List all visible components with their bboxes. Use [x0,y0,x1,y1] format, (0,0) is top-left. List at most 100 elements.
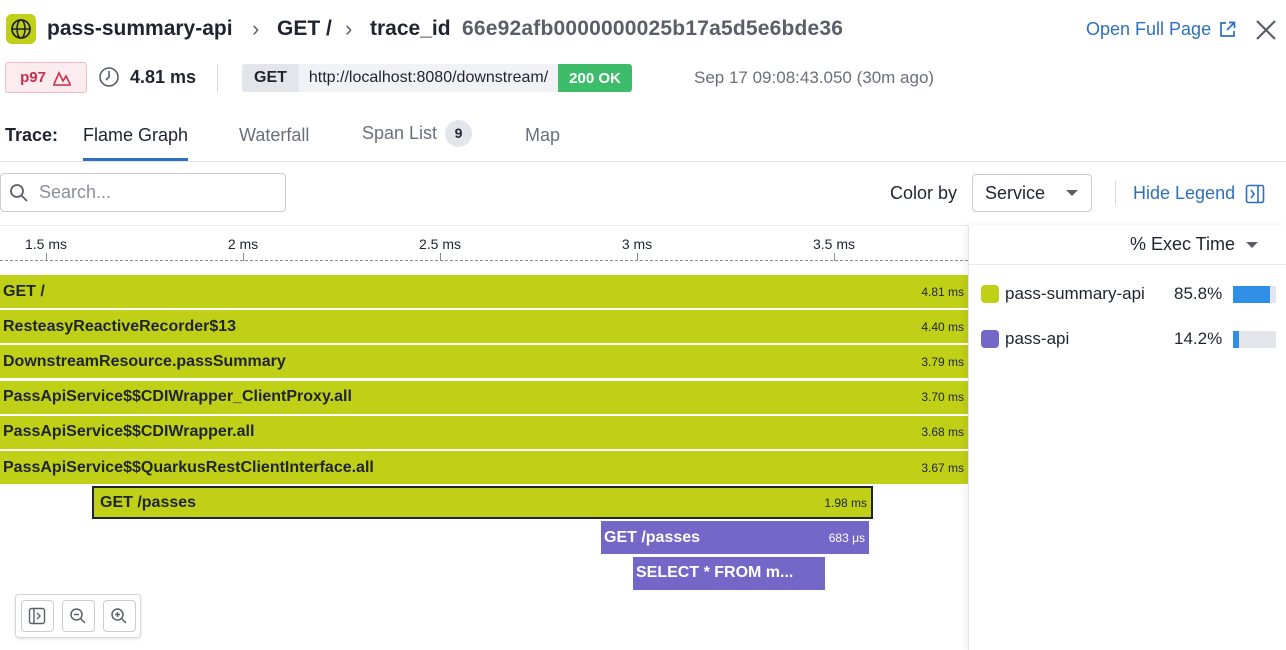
exec-time-bar [1233,331,1276,348]
axis-tick-label: 3.5 ms [812,236,856,252]
axis-tick-label: 1.5 ms [24,236,68,252]
legend-service-name: pass-api [1005,329,1070,348]
legend-exec-percent: 85.8% [1174,284,1223,303]
span-duration: 1.98 ms [824,495,867,510]
trace-header: pass-summary-api › GET / › trace_id 66e9… [0,0,1286,60]
span-duration: 4.81 ms [921,284,964,299]
trace-id-value: 66e92afb0000000025b17a5d5e6bde36 [462,17,844,40]
open-full-page-label: Open Full Page [1086,19,1212,39]
legend-service-name: pass-summary-api [1005,284,1145,303]
span-name: GET /passes [604,528,701,546]
axis-tick-label: 2 ms [227,236,259,252]
zoom-in-button[interactable] [102,600,136,632]
exec-time-bar-fill [1233,331,1240,348]
zoom-out-button[interactable] [61,600,95,632]
axis-tick [46,253,47,261]
trace-duration: 4.81 ms [98,66,196,88]
exec-time-bar [1233,286,1276,303]
flame-span[interactable]: PassApiService$$CDIWrapper.all 3.68 ms [0,415,968,449]
flame-span[interactable]: ResteasyReactiveRecorder$13 4.40 ms [0,310,968,344]
trace-view-tabs: Trace: Flame Graph Waterfall Span List 9 … [0,118,1286,162]
axis-tick [440,253,441,261]
color-by-label: Color by [890,183,958,203]
span-duration: 3.70 ms [921,390,964,405]
flame-span[interactable]: GET /passes 683 μs [601,521,869,555]
axis-tick [637,253,638,261]
span-name: GET / [3,282,45,300]
hide-legend-label: Hide Legend [1133,183,1236,203]
span-duration: 4.40 ms [921,319,964,334]
caret-down-icon [1246,241,1258,248]
tabs-label: Trace: [5,125,59,145]
span-name: DownstreamResource.passSummary [3,352,286,370]
tab-label: Map [525,125,561,145]
span-name: SELECT * FROM m... [636,564,794,582]
percentile-badge[interactable]: p97 [5,62,87,93]
span-duration: 3.67 ms [921,460,964,475]
tab-label: Flame Graph [83,125,189,145]
duration-value: 4.81 ms [130,66,197,87]
tab-waterfall[interactable]: Waterfall [239,125,309,161]
breadcrumb-chevron-icon: › [345,16,353,41]
collapse-panel-icon [1245,184,1265,203]
axis-tick-label: 3 ms [621,236,653,252]
external-link-icon [1220,21,1236,37]
span-name: ResteasyReactiveRecorder$13 [3,317,237,335]
trace-id-label: trace_id [370,17,451,40]
flame-span[interactable]: GET / 4.81 ms [0,275,968,308]
request-url[interactable]: http://localhost:8080/downstream/ [298,64,559,92]
search-box[interactable] [0,173,286,212]
service-name[interactable]: pass-summary-api [47,17,233,41]
legend-exec-percent: 14.2% [1174,329,1223,348]
flame-graph[interactable]: 1.5 ms 2 ms 2.5 ms 3 ms 3.5 ms GET / 4.81 ms R… [0,225,968,650]
trace-timestamp: Sep 17 09:08:43.050 (30m ago) [694,68,935,87]
latency-chart-icon [52,70,71,86]
breadcrumb-chevron-icon: › [252,16,260,41]
tab-label: Span List [362,123,438,143]
legend-row[interactable]: pass-api 14.2% [969,324,1286,354]
span-name: GET /passes [100,493,197,511]
open-full-page-link[interactable]: Open Full Page [1086,19,1236,40]
flame-span[interactable]: PassApiService$$CDIWrapper_ClientProxy.a… [0,380,968,414]
legend-row[interactable]: pass-summary-api 85.8% [969,279,1286,309]
axis-line [0,260,968,261]
resource-name[interactable]: GET / [277,17,332,41]
status-badge: 200 OK [558,64,632,92]
hide-legend-button[interactable]: Hide Legend [1133,183,1265,204]
exec-time-label: % Exec Time [1129,234,1235,254]
divider [1115,181,1116,205]
span-duration: 3.68 ms [921,425,964,440]
http-method: GET [242,64,299,92]
tab-span-list[interactable]: Span List 9 [362,120,473,156]
service-color-swatch [981,285,999,303]
flame-span[interactable]: DownstreamResource.passSummary 3.79 ms [0,345,968,379]
axis-tick [834,253,835,261]
flame-span[interactable]: GET /passes 1.98 ms [92,486,873,520]
search-input[interactable] [39,182,259,203]
flame-span[interactable]: SELECT * FROM m... [633,556,825,590]
time-axis: 1.5 ms 2 ms 2.5 ms 3 ms 3.5 ms [0,226,968,266]
span-name: PassApiService$$CDIWrapper_ClientProxy.a… [3,388,352,406]
fit-view-button[interactable] [20,600,54,632]
close-icon[interactable] [1254,18,1278,42]
tab-flame-graph[interactable]: Flame Graph [83,125,189,161]
tab-label: Waterfall [239,125,310,145]
tab-map[interactable]: Map [525,125,560,161]
flame-span[interactable]: PassApiService$$QuarkusRestClientInterfa… [0,451,968,484]
span-name: PassApiService$$QuarkusRestClientInterfa… [3,458,374,476]
zoom-in-icon [111,608,127,624]
fit-view-icon [28,607,46,625]
axis-tick-label: 2.5 ms [418,236,462,252]
axis-tick [243,253,244,261]
request-pill: GET http://localhost:8080/downstream/ 20… [242,64,632,92]
caret-down-icon [1066,190,1078,196]
divider [217,64,218,92]
exec-time-bar-fill [1233,286,1270,303]
exec-time-sort-button[interactable]: % Exec Time [1130,234,1259,255]
zoom-out-icon [70,608,86,624]
legend-header: % Exec Time [969,225,1286,265]
service-color-swatch [981,330,999,348]
span-count-badge: 9 [445,120,473,147]
clock-icon [99,67,119,87]
color-by-select[interactable]: Service [972,174,1092,212]
